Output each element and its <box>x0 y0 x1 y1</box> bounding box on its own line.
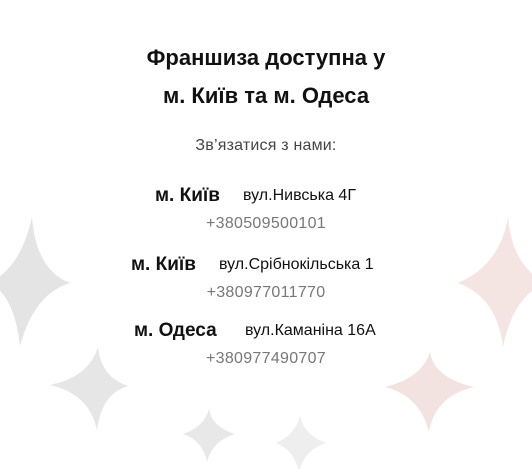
headline-line-2: м. Київ та м. Одеса <box>162 83 370 108</box>
location-street: вул.Каманіна 16А <box>245 322 376 339</box>
location-city: м. Київ <box>155 185 220 206</box>
phone-link[interactable]: +380977011770 <box>0 284 532 302</box>
location-street: вул.Нивська 4Г <box>243 187 356 204</box>
franchise-info: Франшиза доступна у м. Київ та м. Одеса … <box>0 0 532 469</box>
contact-prompt: Зв’язатися з нами: <box>195 137 337 154</box>
phone-link[interactable]: +380977490707 <box>0 350 532 368</box>
location-row: м. Київ вул.Нивська 4Г <box>0 184 532 208</box>
location-row: м. Одеса вул.Каманіна 16А <box>0 319 532 343</box>
headline-line-1: Франшиза доступна у <box>146 45 386 70</box>
location-city: м. Київ <box>131 254 196 275</box>
phone-link[interactable]: +380509500101 <box>0 215 532 233</box>
location-city: м. Одеса <box>134 320 217 341</box>
location-street: вул.Срібнокільська 1 <box>219 256 374 273</box>
location-row: м. Київ вул.Срібнокільська 1 <box>0 253 532 277</box>
